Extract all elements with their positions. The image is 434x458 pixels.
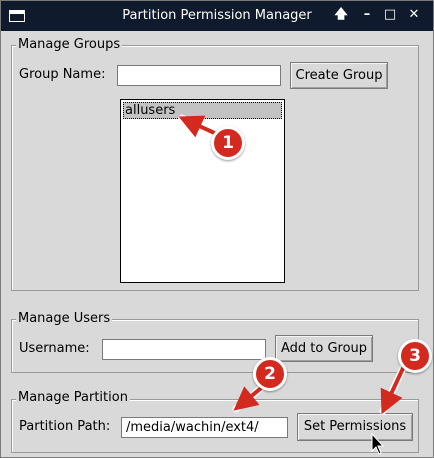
annotation-marker-3: 3: [398, 339, 432, 373]
annotation-overlay: [178, 114, 409, 455]
annotation-marker-2: 2: [253, 357, 287, 391]
annotation-marker-1: 1: [211, 126, 245, 160]
mouse-cursor-icon: [371, 432, 385, 455]
arrow-3: [380, 362, 407, 415]
